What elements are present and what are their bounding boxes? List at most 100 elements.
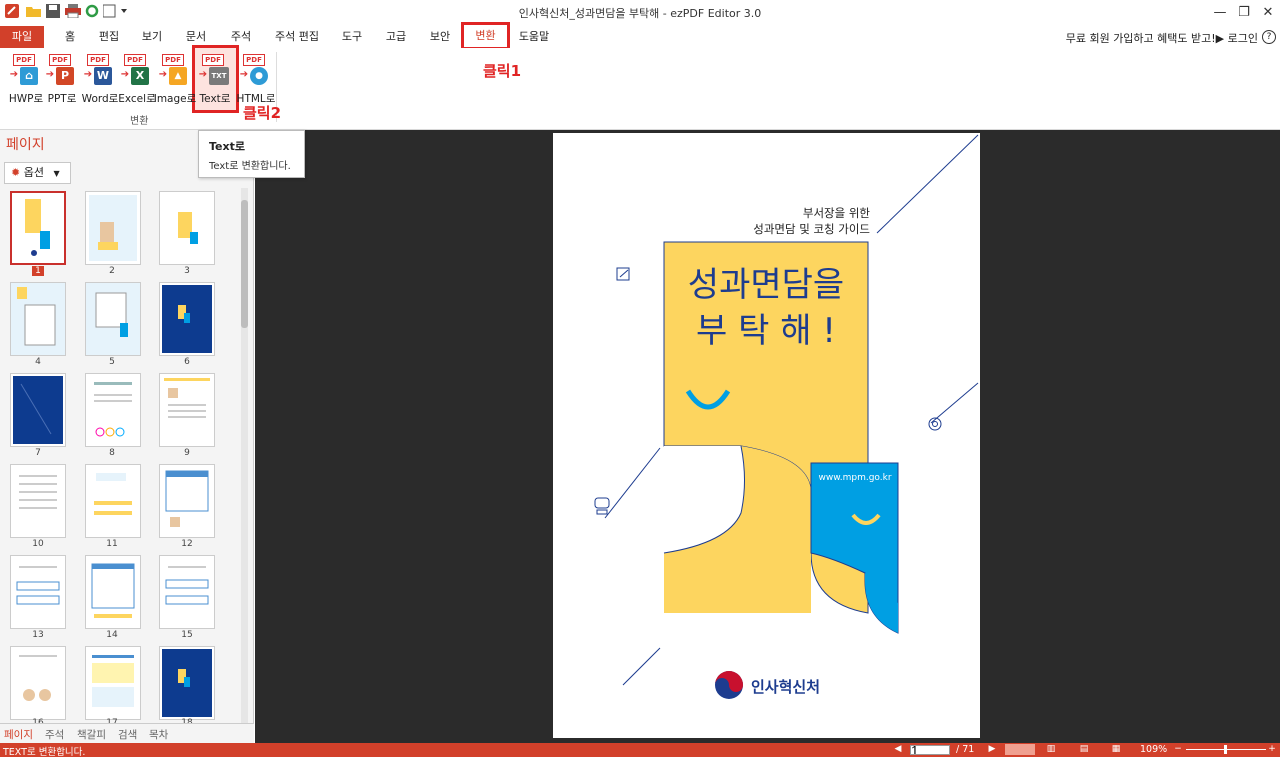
thumbnail-number: 6 — [184, 357, 190, 367]
arrow-icon: ➔ — [158, 69, 168, 80]
tab-edit[interactable]: 편집 — [94, 26, 124, 48]
thumbnail-list: 1 2 3 4 5 6 7 8 9 10 11 12 13 14 15 16 1… — [0, 188, 240, 723]
cover-subtitle-line2: 성과면담 및 코칭 가이드 — [753, 222, 870, 236]
excel-icon: X — [131, 67, 149, 85]
cover-subtitle-line1: 부서장을 위한 — [802, 206, 870, 220]
thumbnail-number: 7 — [35, 448, 41, 458]
app-window: 인사혁신처_성과면담을 부탁해 - ezPDF Editor 3.0 — ❐ ✕… — [0, 0, 1280, 757]
tab-tools[interactable]: 도구 — [336, 26, 368, 48]
zoom-level: 109% — [1140, 744, 1168, 755]
thumbnail-number: 1 — [10, 266, 66, 276]
thumbnail-page-16[interactable] — [10, 646, 66, 720]
pdf-badge: PDF — [124, 54, 146, 66]
ribbon-convert: PDF ➔ ⌂ HWP로 PDF ➔ P PPT로 PDF ➔ W Word로 … — [0, 45, 1280, 130]
view-mode-facing-icon[interactable]: ▤ — [1078, 744, 1090, 755]
thumbnail-page-10[interactable] — [10, 464, 66, 538]
thumbnail-number: 2 — [109, 266, 115, 276]
thumbnail-page-3[interactable] — [159, 191, 215, 265]
status-message: TEXT로 변환합니다. — [3, 747, 86, 757]
view-mode-continuous-icon[interactable]: ▥ — [1045, 744, 1057, 755]
convert-html-button[interactable]: PDF ➔ ● HTML로 — [236, 54, 276, 106]
document-viewer[interactable]: 부서장을 위한 성과면담 및 코칭 가이드 성과면담을 부 탁 해 ! www.… — [255, 130, 1280, 743]
thumbnail-page-6[interactable] — [159, 282, 215, 356]
cover-url: www.mpm.go.kr — [818, 473, 892, 483]
tab-help[interactable]: 도움말 — [514, 26, 554, 48]
tab-annotations[interactable]: 주석 — [45, 727, 64, 742]
thumbnail-page-9[interactable] — [159, 373, 215, 447]
thumbnail-page-15[interactable] — [159, 555, 215, 629]
tab-advanced[interactable]: 고급 — [380, 26, 412, 48]
thumbnail-number: 4 — [35, 357, 41, 367]
zoom-out-icon[interactable]: − — [1172, 744, 1184, 755]
tab-security[interactable]: 보안 — [424, 26, 456, 48]
thumbnail-scrollbar[interactable] — [241, 188, 248, 723]
thumbnail-number: 15 — [181, 630, 193, 640]
annotation-click2: 클릭2 — [243, 104, 282, 122]
tab-search[interactable]: 검색 — [118, 727, 137, 742]
tab-home[interactable]: 홈 — [58, 26, 82, 48]
page-number-input[interactable] — [910, 745, 950, 755]
pdf-badge: PDF — [243, 54, 265, 66]
pdf-page: 부서장을 위한 성과면담 및 코칭 가이드 성과면담을 부 탁 해 ! www.… — [553, 133, 980, 738]
thumbnail-page-8[interactable] — [85, 373, 141, 447]
panel-bottom-tabs: 페이지 주석 책갈피 검색 목차 — [0, 723, 254, 743]
tooltip-description: Text로 변환합니다. — [209, 161, 291, 172]
thumbnail-number: 11 — [106, 539, 118, 549]
pdf-badge: PDF — [13, 54, 35, 66]
convert-text-button[interactable]: PDF ➔ TXT Text로 — [195, 54, 235, 106]
thumbnail-number: 14 — [106, 630, 118, 640]
tab-convert[interactable]: 변환 — [461, 22, 510, 50]
status-bar: TEXT로 변환합니다. ◀ / 71 ▶ ▥ ▤ ▦ 109% − + — [0, 743, 1280, 757]
arrow-icon: ➔ — [239, 69, 249, 80]
chevron-down-icon: ▼ — [53, 169, 60, 178]
thumbnail-page-2[interactable] — [85, 191, 141, 265]
html-icon: ● — [250, 67, 268, 85]
thumbnail-number: 12 — [181, 539, 193, 549]
gear-icon: ✹ — [11, 166, 21, 179]
pdf-badge: PDF — [202, 54, 224, 66]
tab-bookmarks[interactable]: 책갈피 — [77, 727, 106, 742]
prev-page-icon[interactable]: ◀ — [892, 744, 904, 755]
thumbnail-page-12[interactable] — [159, 464, 215, 538]
signup-login-link[interactable]: 무료 회원 가입하고 혜택도 받고!▶ 로그인 — [1066, 30, 1258, 46]
tab-pages[interactable]: 페이지 — [4, 727, 33, 742]
tab-annotation-edit[interactable]: 주석 편집 — [269, 26, 325, 48]
tooltip-text-convert: Text로 Text로 변환합니다. — [198, 130, 305, 178]
ribbon-group-label: 변환 — [130, 116, 149, 127]
page-panel: 페이지 ✹ 옵션 ▼ 1 2 3 4 5 6 7 8 9 10 11 12 13… — [0, 130, 254, 743]
next-page-icon[interactable]: ▶ — [986, 744, 998, 755]
view-mode-single-icon[interactable] — [1005, 744, 1035, 755]
pdf-badge: PDF — [87, 54, 109, 66]
thumbnail-page-17[interactable] — [85, 646, 141, 720]
thumbnail-page-18[interactable] — [159, 646, 215, 720]
thumbnail-page-5[interactable] — [85, 282, 141, 356]
thumbnail-page-7[interactable] — [10, 373, 66, 447]
thumbnail-page-13[interactable] — [10, 555, 66, 629]
zoom-slider-handle[interactable] — [1224, 745, 1227, 754]
thumbnail-page-1[interactable] — [10, 191, 66, 265]
view-mode-grid-icon[interactable]: ▦ — [1110, 744, 1122, 755]
zoom-in-icon[interactable]: + — [1266, 744, 1278, 755]
thumbnail-number: 8 — [109, 448, 115, 458]
close-button[interactable]: ✕ — [1254, 3, 1280, 23]
page-total: / 71 — [956, 744, 975, 755]
arrow-icon: ➔ — [83, 69, 93, 80]
ppt-icon: P — [56, 67, 74, 85]
tab-toc[interactable]: 목차 — [149, 727, 168, 742]
cover-headline-line1: 성과면담을 — [687, 265, 845, 305]
options-label: 옵션 — [23, 166, 44, 179]
help-icon[interactable]: ? — [1262, 30, 1276, 44]
annotation-click1: 클릭1 — [483, 62, 522, 80]
arrow-icon: ➔ — [9, 69, 19, 80]
tab-file[interactable]: 파일 — [0, 26, 44, 48]
thumbnail-page-11[interactable] — [85, 464, 141, 538]
arrow-icon: ➔ — [198, 69, 208, 80]
thumbnail-number: 5 — [109, 357, 115, 367]
thumbnail-number: 9 — [184, 448, 190, 458]
scrollbar-thumb[interactable] — [241, 200, 248, 328]
thumbnail-page-4[interactable] — [10, 282, 66, 356]
thumbnail-page-14[interactable] — [85, 555, 141, 629]
arrow-icon: ➔ — [45, 69, 55, 80]
options-button[interactable]: ✹ 옵션 ▼ — [4, 162, 71, 184]
tab-view[interactable]: 보기 — [137, 26, 167, 48]
